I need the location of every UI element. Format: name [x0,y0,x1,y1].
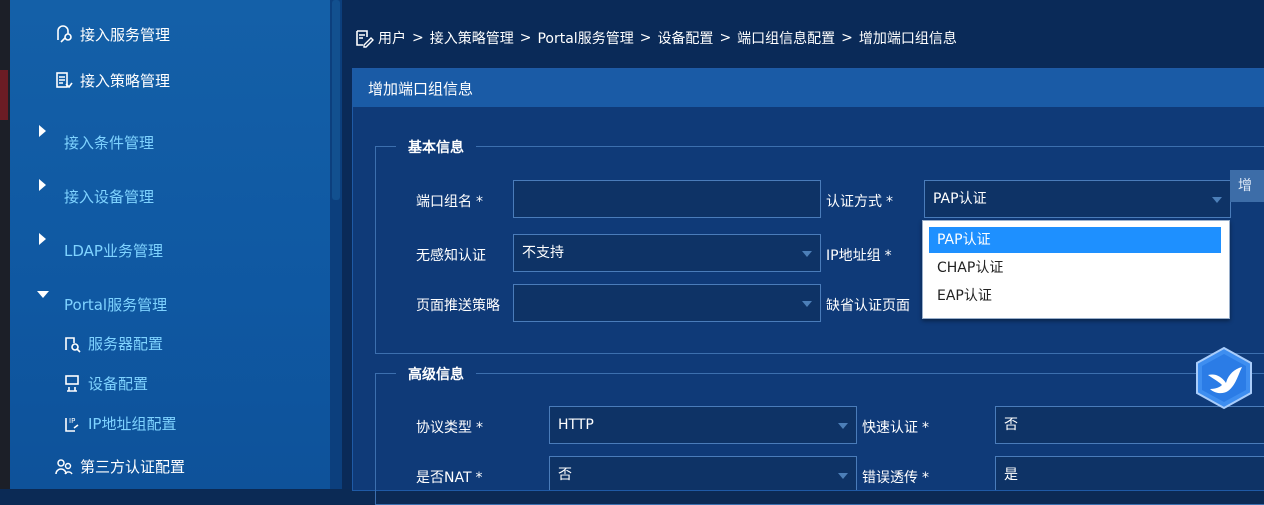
unaware-auth-select[interactable]: 不支持 [513,234,821,272]
sidebar-item-label: Portal服务管理 [64,296,168,314]
sidebar-item-label: 接入设备管理 [64,188,155,206]
caret-right-icon [39,179,46,191]
sidebar-item-access-service[interactable]: 接入服务管理 [54,24,170,45]
svg-text:IP: IP [69,417,75,425]
breadcrumb-item[interactable]: 接入策略管理 [430,28,514,48]
quick-auth-value: 否 [1004,417,1018,433]
breadcrumb-separator: > [841,30,853,46]
breadcrumb-current: 增加端口组信息 [858,31,957,47]
sidebar-item-label: 设备配置 [88,375,149,393]
breadcrumb-item[interactable]: Portal服务管理 [537,28,633,48]
page-push-policy-label: 页面推送策略 [416,298,500,314]
port-group-name-input[interactable] [513,180,821,218]
sidebar-item-third-party-auth[interactable]: 第三方认证配置 [54,456,185,477]
breadcrumb-item[interactable]: 设备配置 [657,28,713,48]
chevron-down-icon [1212,197,1222,203]
server-config-icon [62,334,82,354]
caret-right-icon [39,233,46,245]
sidebar-item-ip-group-config[interactable]: IP IP地址组配置 [62,413,176,434]
edit-doc-icon [354,28,374,48]
sidebar-item-ldap[interactable]: LDAP业务管理 [64,240,163,261]
page-push-policy-select[interactable] [513,284,821,322]
sidebar-item-server-config[interactable]: 服务器配置 [62,333,163,354]
quick-auth-select[interactable]: 否 [995,406,1264,444]
breadcrumb: 用户 > 接入策略管理 > Portal服务管理 > 设备配置 > 端口组信息配… [354,28,957,48]
section-legend: 高级信息 [396,364,476,384]
chevron-down-icon [838,473,848,479]
dropdown-option[interactable]: PAP认证 [929,227,1221,253]
auth-method-label: 认证方式 * [826,194,893,210]
caret-right-icon [39,125,46,137]
chevron-down-icon [838,423,848,429]
sidebar-item-label: 接入服务管理 [80,26,171,44]
sidebar-item-label: 接入条件管理 [64,134,155,152]
is-nat-select[interactable]: 否 [549,456,857,490]
left-edge-marker [0,70,8,120]
dropdown-option[interactable]: EAP认证 [929,283,1221,309]
service-icon [54,24,74,45]
sidebar-scrollbar[interactable] [330,0,342,489]
error-passthrough-select[interactable]: 是 [995,456,1264,490]
add-ip-group-button[interactable]: 增 [1230,170,1264,202]
users-icon [54,457,74,477]
sidebar-item-access-policy[interactable]: 接入策略管理 [54,70,170,91]
breadcrumb-separator: > [719,30,732,46]
section-legend: 基本信息 [396,137,476,157]
port-group-name-label: 端口组名 * [416,194,483,210]
is-nat-label: 是否NAT * [416,470,483,486]
breadcrumb-separator: > [412,30,424,46]
caret-down-icon [37,291,49,298]
sidebar-item-label: LDAP业务管理 [64,242,163,260]
panel-title: 增加端口组信息 [353,69,1264,107]
sidebar-item-access-device[interactable]: 接入设备管理 [64,186,154,207]
chevron-down-icon [802,301,812,307]
sidebar-item-label: 服务器配置 [88,335,164,353]
auth-method-value: PAP认证 [933,191,987,207]
unaware-auth-value: 不支持 [522,245,564,261]
unaware-auth-label: 无感知认证 [416,248,486,264]
protocol-type-select[interactable]: HTTP [549,406,857,444]
protocol-type-label: 协议类型 * [416,420,483,436]
bird-assistant-icon[interactable] [1192,345,1256,411]
left-edge-strip [0,0,10,489]
sidebar-item-label: 第三方认证配置 [80,458,186,476]
breadcrumb-separator: > [519,30,532,46]
sidebar-item-label: 接入策略管理 [80,72,171,90]
breadcrumb-item[interactable]: 用户 [378,28,406,48]
sidebar-item-label: IP地址组配置 [88,415,177,433]
sidebar-item-device-config[interactable]: 设备配置 [62,373,148,394]
quick-auth-label: 快速认证 * [862,420,929,436]
auth-method-dropdown: PAP认证 CHAP认证 EAP认证 [922,220,1230,319]
policy-icon [54,71,74,91]
error-passthrough-value: 是 [1004,467,1018,483]
auth-method-select[interactable]: PAP认证 [924,180,1231,218]
breadcrumb-item[interactable]: 端口组信息配置 [737,28,835,48]
is-nat-value: 否 [558,467,572,483]
sidebar: 接入服务管理 接入策略管理 接入条件管理 接入设备管理 LDAP业务管理 Por… [10,0,330,489]
error-passthrough-label: 错误透传 * [862,470,929,486]
dropdown-option[interactable]: CHAP认证 [929,255,1221,281]
default-auth-page-label: 缺省认证页面 [826,298,910,314]
ip-group-icon: IP [62,414,82,434]
scrollbar-thumb[interactable] [332,0,340,200]
sidebar-item-portal[interactable]: Portal服务管理 [64,294,167,315]
device-config-icon [62,374,82,394]
ip-group-label: IP地址组 * [826,248,892,264]
sidebar-item-access-condition[interactable]: 接入条件管理 [64,132,154,153]
protocol-type-value: HTTP [558,417,594,433]
chevron-down-icon [802,251,812,257]
breadcrumb-separator: > [639,30,652,46]
